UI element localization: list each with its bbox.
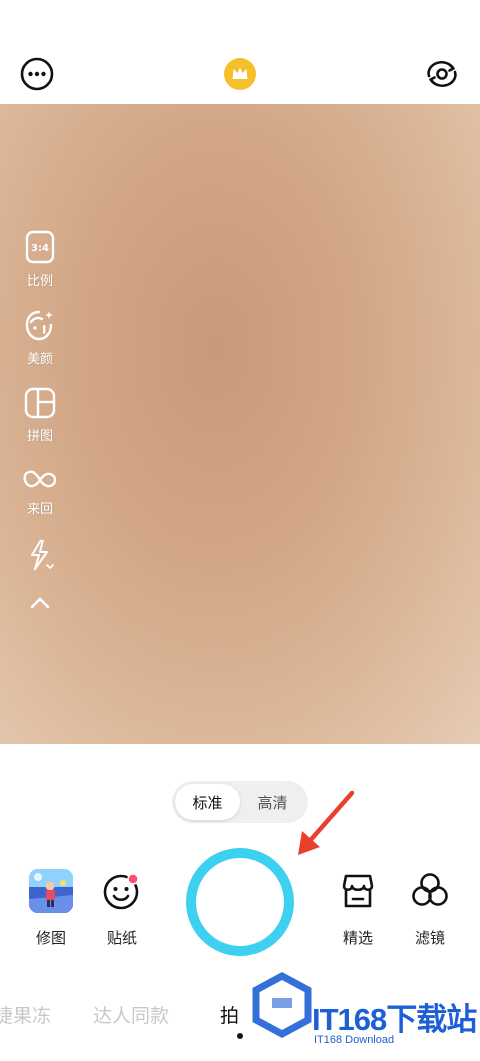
edit-photo-tool[interactable]: 修图 xyxy=(21,869,81,948)
more-horizontal-icon xyxy=(20,57,54,91)
quality-toggle[interactable]: 标准 高清 xyxy=(172,781,308,823)
watermark-brand: IT168下载站 xyxy=(312,1002,477,1037)
ratio-label: 比例 xyxy=(26,274,53,289)
flash-toggle[interactable] xyxy=(0,538,80,572)
filter-tool[interactable]: 滤镜 xyxy=(400,869,460,948)
quality-standard-option[interactable]: 标准 xyxy=(175,784,240,820)
watermark-subtitle: IT168 Download xyxy=(314,1034,395,1046)
aspect-ratio-icon: 3:4 xyxy=(25,230,55,264)
featured-label: 精选 xyxy=(342,929,373,947)
beauty-tool[interactable]: 美颜 xyxy=(0,308,80,367)
collage-tool[interactable]: 拼图 xyxy=(0,387,80,444)
store-icon xyxy=(342,874,374,908)
ratio-tool[interactable]: 3:4 比例 xyxy=(0,230,80,289)
boomerang-label: 来回 xyxy=(26,502,53,517)
flip-camera-button[interactable] xyxy=(424,56,460,92)
collapse-toolbar-button[interactable] xyxy=(0,594,80,612)
annotation-arrow-icon xyxy=(298,790,355,855)
collage-label: 拼图 xyxy=(26,429,53,444)
mode-jelly[interactable]: 捷果冻 xyxy=(0,1001,51,1028)
smiley-sticker-icon xyxy=(103,873,139,910)
top-bar xyxy=(0,0,480,104)
camera-preview[interactable]: 3:4 比例 美颜 拼图 来回 xyxy=(0,104,480,744)
camera-flip-icon xyxy=(427,60,457,88)
mode-influencer-style[interactable]: 达人同款 xyxy=(93,1001,169,1028)
featured-tool[interactable]: 精选 xyxy=(328,869,388,948)
svg-text:3:4: 3:4 xyxy=(31,243,49,254)
beauty-label: 美颜 xyxy=(26,352,53,367)
edit-photo-label: 修图 xyxy=(35,929,66,947)
more-button[interactable] xyxy=(19,56,55,92)
vip-button[interactable] xyxy=(222,56,258,92)
collage-grid-icon xyxy=(24,387,56,419)
flash-auto-icon xyxy=(31,539,54,570)
filter-circles-icon xyxy=(412,873,448,906)
filter-label: 滤镜 xyxy=(414,929,445,947)
mode-photo[interactable]: 拍 xyxy=(220,1001,239,1028)
boomerang-tool[interactable]: 来回 xyxy=(0,468,80,517)
shutter-button[interactable] xyxy=(186,848,294,956)
gallery-thumbnail xyxy=(29,869,73,913)
sticker-label: 贴纸 xyxy=(106,929,137,947)
beauty-face-icon xyxy=(25,310,53,341)
watermark-logo: IT168下载站 IT168 Download xyxy=(248,972,480,1058)
active-mode-indicator xyxy=(237,1033,243,1039)
crown-icon xyxy=(224,58,256,90)
sticker-tool[interactable]: 贴纸 xyxy=(92,869,152,948)
chevron-up-icon xyxy=(30,597,50,609)
watermark-emblem-icon xyxy=(252,972,312,1038)
infinity-loop-icon xyxy=(23,470,57,488)
